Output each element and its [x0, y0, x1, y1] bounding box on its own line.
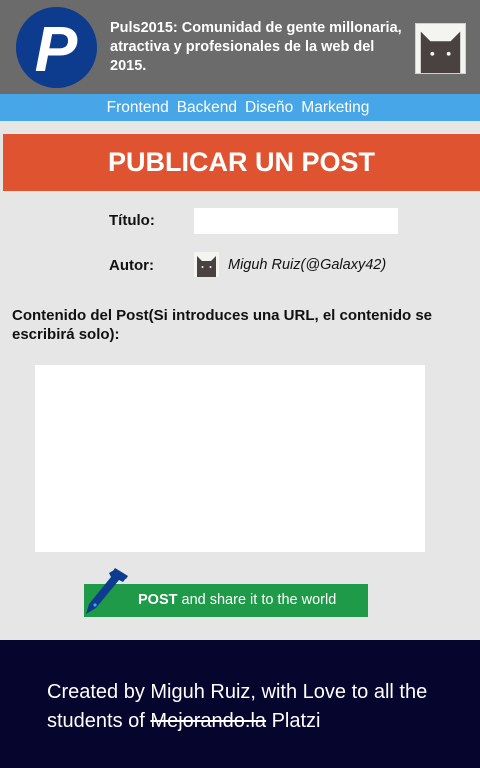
main-nav: Frontend Backend Diseño Marketing — [0, 94, 480, 121]
site-header: P Puls2015: Comunidad de gente millonari… — [0, 0, 480, 94]
title-input[interactable] — [194, 208, 398, 234]
author-label: Autor: — [109, 257, 154, 274]
cat-avatar-icon — [416, 24, 465, 73]
fountain-pen-icon — [86, 568, 128, 614]
site-title: Puls2015: Comunidad de gente millonaria,… — [110, 20, 402, 74]
logo-letter: P — [35, 13, 78, 85]
page-title: PUBLICAR UN POST — [3, 134, 480, 191]
post-button[interactable]: POST and share it to the world — [84, 567, 368, 617]
puls-logo[interactable]: P — [16, 7, 97, 88]
title-label: Título: — [109, 212, 155, 229]
nav-item-frontend[interactable]: Frontend — [107, 94, 169, 121]
nav-item-diseno[interactable]: Diseño — [245, 94, 293, 121]
cat-avatar-icon — [194, 252, 219, 277]
footer-text-end: Platzi — [266, 710, 321, 732]
post-button-label: POST and share it to the world — [138, 584, 336, 617]
site-footer: Created by Miguh Ruiz, with Love to all … — [0, 640, 480, 768]
nav-item-marketing[interactable]: Marketing — [301, 94, 369, 121]
content-label: Contenido del Post(Si introduces una URL… — [12, 307, 433, 343]
post-button-rest: and share it to the world — [177, 592, 337, 608]
author-name: Miguh Ruiz(@Galaxy42) — [228, 257, 387, 273]
content-textarea[interactable] — [35, 365, 425, 552]
footer-struck-text: Mejorando.la — [150, 710, 267, 732]
post-button-strong: POST — [138, 592, 178, 608]
user-avatar[interactable] — [415, 23, 466, 74]
author-avatar — [194, 252, 219, 277]
nav-item-backend[interactable]: Backend — [177, 94, 237, 121]
footer-credits: Created by Miguh Ruiz, with Love to all … — [47, 678, 467, 736]
